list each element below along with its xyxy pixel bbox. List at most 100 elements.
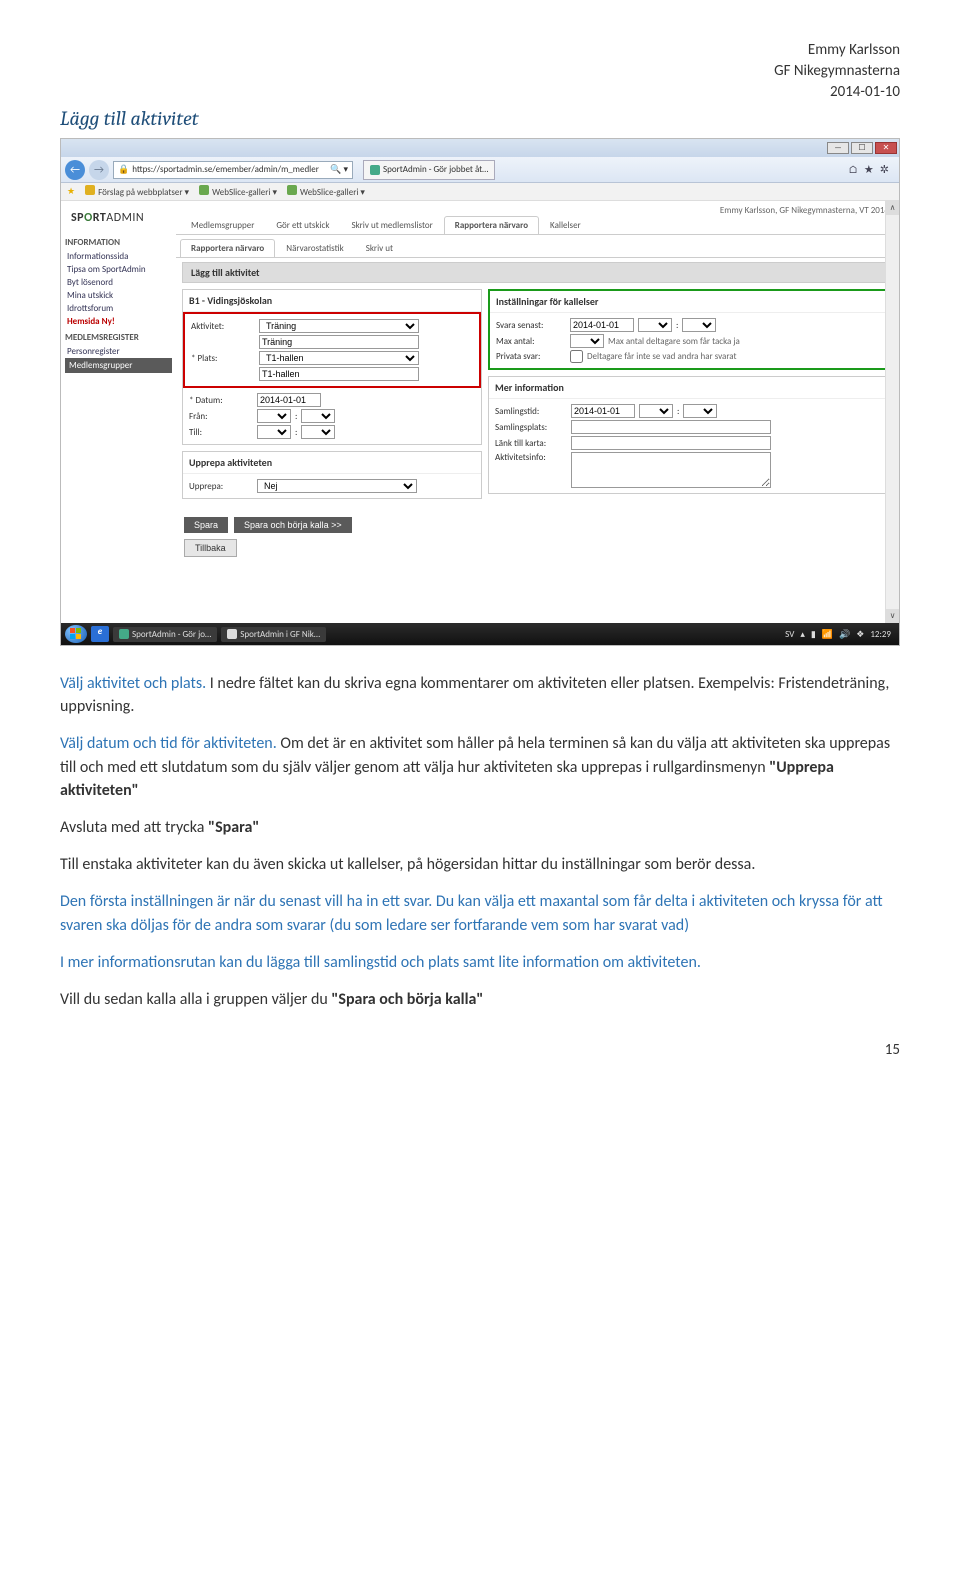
- sidebar-item-new[interactable]: Hemsida Ny!: [65, 315, 172, 328]
- saml-hour[interactable]: 17: [639, 404, 673, 418]
- sidebar-item[interactable]: Mina utskick: [65, 289, 172, 302]
- max-select[interactable]: -: [570, 334, 604, 348]
- to-hour[interactable]: 18: [257, 425, 291, 439]
- saml-date[interactable]: [571, 404, 635, 418]
- url-bar[interactable]: 🔒 https://sportadmin.se/emember/admin/m_…: [113, 161, 353, 179]
- fav-link-2[interactable]: WebSlice-galleri ▾: [199, 185, 277, 198]
- fav-link-1[interactable]: Förslag på webbplatser ▾: [85, 185, 189, 198]
- max-hint: Max antal deltagare som får tacka ja: [608, 336, 740, 347]
- merinfo-box: Mer information Samlingstid: 17: 00 Saml…: [488, 376, 893, 494]
- fav-link-3[interactable]: WebSlice-galleri ▾: [287, 185, 365, 198]
- taskbar-item-2[interactable]: SportAdmin i GF Nik…: [221, 627, 326, 642]
- info-label: Aktivitetsinfo:: [495, 452, 567, 463]
- right-panel: Inställningar för kallelser Svara senast…: [488, 289, 893, 500]
- svara-label: Svara senast:: [496, 320, 566, 331]
- author-name: Emmy Karlsson: [60, 40, 900, 61]
- link-input[interactable]: [571, 436, 771, 450]
- window-titlebar: — ☐ ✕: [61, 139, 899, 157]
- place-label: * Plats:: [191, 353, 255, 364]
- home-icon[interactable]: ⌂: [848, 163, 858, 176]
- back-button[interactable]: Tillbaka: [184, 539, 237, 557]
- minimize-button[interactable]: —: [827, 142, 849, 154]
- tray-up-icon[interactable]: ▴: [800, 629, 805, 640]
- from-min[interactable]: 00: [301, 409, 335, 423]
- fav-icon: [85, 185, 95, 195]
- samlp-input[interactable]: [571, 420, 771, 434]
- from-label: Från:: [189, 411, 253, 422]
- page-number: 15: [60, 1041, 900, 1059]
- p2a: Välj datum och tid för aktiviteten.: [60, 734, 277, 753]
- close-button[interactable]: ✕: [875, 142, 897, 154]
- svara-hour[interactable]: 17: [638, 318, 672, 332]
- repeat-label: Upprepa:: [189, 481, 253, 492]
- sidebar-item[interactable]: Tipsa om SportAdmin: [65, 263, 172, 276]
- favorites-icon[interactable]: ★: [864, 163, 874, 176]
- doc-header: Emmy Karlsson GF Nikegymnasterna 2014-01…: [60, 40, 900, 103]
- left-panel: B1 - Vidingsjöskolan Aktivitet: Träning …: [182, 289, 482, 505]
- language-indicator[interactable]: SV: [785, 629, 794, 640]
- repeat-box: Upprepa aktiviteten Upprepa: Nej: [182, 451, 482, 499]
- tab-kallelser[interactable]: Kallelser: [539, 216, 592, 234]
- save-and-call-button[interactable]: Spara och börja kalla >>: [234, 517, 352, 533]
- section-title: Lägg till aktivitet: [60, 107, 900, 130]
- volume-icon[interactable]: 🔊: [839, 629, 850, 640]
- subtab-statistik[interactable]: Närvarostatistik: [275, 239, 354, 257]
- to-min[interactable]: 00: [301, 425, 335, 439]
- save-button[interactable]: Spara: [184, 517, 228, 533]
- sidebar-item[interactable]: Informationssida: [65, 250, 172, 263]
- tab-skriv-ut[interactable]: Skriv ut medlemslistor: [340, 216, 443, 234]
- network-icon[interactable]: 📶: [822, 629, 833, 640]
- browser-navbar: ← → 🔒 https://sportadmin.se/emember/admi…: [61, 157, 899, 183]
- svara-min[interactable]: 00: [682, 318, 716, 332]
- scrollbar[interactable]: ∧ ∨: [885, 201, 899, 623]
- link-label: Länk till karta:: [495, 438, 567, 449]
- place-select[interactable]: T1-hallen: [259, 351, 419, 365]
- repeat-select[interactable]: Nej: [257, 479, 417, 493]
- scroll-up-icon[interactable]: ∧: [886, 201, 899, 215]
- tab-medlemsgrupper[interactable]: Medlemsgrupper: [180, 216, 265, 234]
- priv-checkbox[interactable]: [570, 350, 583, 363]
- browser-tab[interactable]: SportAdmin - Gör jobbet åt…: [363, 160, 495, 180]
- activity-select[interactable]: Träning: [259, 319, 419, 333]
- sidebar-item[interactable]: Idrottsforum: [65, 302, 172, 315]
- clock: 12:29: [870, 629, 891, 640]
- back-arrow-icon[interactable]: ←: [65, 160, 85, 180]
- activity-text[interactable]: [259, 335, 419, 349]
- add-favorite-icon[interactable]: ★: [67, 186, 75, 197]
- system-tray: SV ▴ ▮ 📶 🔊 ❖ 12:29: [785, 629, 895, 640]
- sidebar-item[interactable]: Personregister: [65, 345, 172, 358]
- favorites-bar: ★ Förslag på webbplatser ▾ WebSlice-gall…: [61, 183, 899, 201]
- kallelser-box: Inställningar för kallelser Svara senast…: [488, 289, 893, 370]
- tray-misc-icon[interactable]: ❖: [856, 629, 864, 640]
- taskbar-item-1[interactable]: SportAdmin - Gör jo…: [113, 627, 217, 642]
- subtab-skriv-ut[interactable]: Skriv ut: [355, 239, 404, 257]
- scroll-down-icon[interactable]: ∨: [886, 609, 899, 623]
- button-row: Spara Spara och börja kalla >>: [176, 511, 899, 539]
- sidebar-item[interactable]: Byt lösenord: [65, 276, 172, 289]
- panel-title: Lägg till aktivitet: [182, 262, 893, 283]
- fav-icon: [287, 185, 297, 195]
- start-button[interactable]: [65, 625, 87, 643]
- subtab-rapportera[interactable]: Rapportera närvaro: [180, 239, 275, 257]
- from-hour[interactable]: 17: [257, 409, 291, 423]
- search-indicator: 🔍 ▾: [330, 164, 348, 175]
- tab-title: SportAdmin - Gör jobbet åt…: [383, 164, 488, 175]
- tab-utskick[interactable]: Gör ett utskick: [265, 216, 340, 234]
- maximize-button[interactable]: ☐: [851, 142, 873, 154]
- date-input[interactable]: [257, 393, 321, 407]
- forward-arrow-icon[interactable]: →: [89, 160, 109, 180]
- flag-icon[interactable]: ▮: [811, 629, 816, 640]
- settings-icon[interactable]: ✲: [880, 163, 889, 176]
- tab-rapportera[interactable]: Rapportera närvaro: [444, 216, 539, 234]
- group-box: B1 - Vidingsjöskolan Aktivitet: Träning …: [182, 289, 482, 445]
- activity-label: Aktivitet:: [191, 321, 255, 332]
- saml-min[interactable]: 00: [683, 404, 717, 418]
- place-text[interactable]: [259, 367, 419, 381]
- main-column: Emmy Karlsson, GF Nikegymnasterna, VT 20…: [176, 201, 899, 623]
- info-textarea[interactable]: [571, 452, 771, 488]
- ie-icon[interactable]: e: [91, 626, 109, 642]
- sidebar-item-selected[interactable]: Medlemsgrupper: [65, 358, 172, 373]
- svara-date[interactable]: [570, 318, 634, 332]
- form-panels: B1 - Vidingsjöskolan Aktivitet: Träning …: [176, 283, 899, 511]
- p5a: Den första inställningen är när du senas…: [60, 892, 432, 911]
